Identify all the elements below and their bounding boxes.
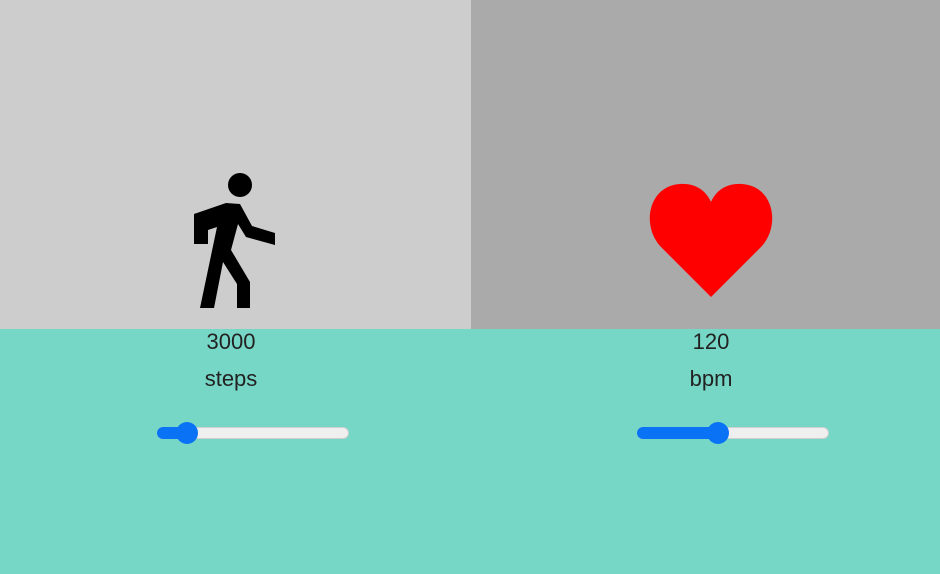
heart-rate-unit-label: bpm xyxy=(689,366,733,391)
heart-rate-slider[interactable] xyxy=(637,421,829,445)
heart-rate-slider-thumb[interactable] xyxy=(706,422,729,444)
steps-unit-label: steps xyxy=(204,366,258,391)
steps-slider[interactable] xyxy=(157,421,349,445)
app-root: 3000 steps 120 bpm xyxy=(0,0,940,574)
steps-slider-thumb[interactable] xyxy=(175,422,198,444)
steps-value: 3000 xyxy=(206,329,256,354)
heart-rate-slider-fill xyxy=(637,427,718,439)
heart-icon xyxy=(649,183,773,297)
heart-rate-value: 120 xyxy=(692,329,730,354)
walking-person-icon xyxy=(194,173,275,308)
